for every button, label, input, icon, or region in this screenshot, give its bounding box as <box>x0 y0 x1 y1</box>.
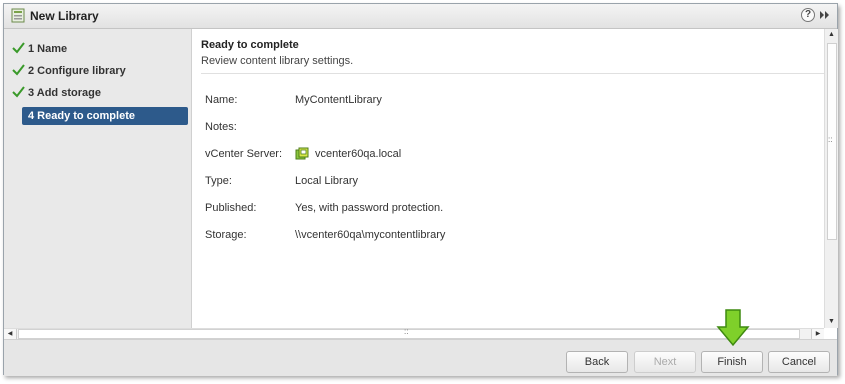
scroll-right-icon[interactable]: ▶ <box>811 329 824 339</box>
check-icon <box>12 64 25 76</box>
step-ready-to-complete[interactable]: 4 Ready to complete <box>22 107 188 125</box>
grip-icon: :: <box>404 327 409 336</box>
title-bar: New Library ? <box>4 4 837 29</box>
field-value: Yes, with password protection. <box>295 202 444 214</box>
field-label: Notes: <box>205 121 237 133</box>
field-value: vcenter60qa.local <box>315 148 402 160</box>
down-arrow-icon <box>716 309 750 347</box>
field-name: Name: MyContentLibrary <box>205 94 805 110</box>
step-label: 1 Name <box>28 43 68 55</box>
wizard-steps: 1 Name 2 Configure library 3 Add storage… <box>4 29 192 328</box>
field-notes: Notes: <box>205 121 805 137</box>
scroll-left-icon[interactable]: ◀ <box>4 329 17 339</box>
expand-icon[interactable] <box>819 9 831 21</box>
finish-button[interactable]: Finish <box>701 351 763 373</box>
field-vcenter-server: vCenter Server: vcenter60qa.local <box>205 147 805 164</box>
content-panel: Ready to complete Review content library… <box>192 29 824 328</box>
dialog-title: New Library <box>30 9 99 23</box>
field-value: \\vcenter60qa\mycontentlibrary <box>295 229 446 241</box>
grip-icon: :: <box>828 135 833 144</box>
check-icon <box>12 86 25 98</box>
library-icon <box>11 8 25 23</box>
help-icon[interactable]: ? <box>801 8 815 22</box>
field-value: Local Library <box>295 175 358 187</box>
field-value: MyContentLibrary <box>295 94 382 106</box>
field-label: Type: <box>205 175 232 187</box>
scroll-track[interactable] <box>18 329 800 339</box>
step-add-storage[interactable]: 3 Add storage <box>10 84 185 102</box>
scroll-up-icon[interactable]: ▲ <box>825 29 838 41</box>
cancel-button[interactable]: Cancel <box>768 351 830 373</box>
page-subtitle: Review content library settings. <box>201 55 354 67</box>
next-button[interactable]: Next <box>634 351 696 373</box>
step-label: 2 Configure library <box>28 65 126 77</box>
field-label: Name: <box>205 94 238 106</box>
field-label: vCenter Server: <box>205 148 283 160</box>
scroll-down-icon[interactable]: ▼ <box>825 316 838 328</box>
step-configure-library[interactable]: 2 Configure library <box>10 62 185 80</box>
divider <box>201 73 824 74</box>
vcenter-icon <box>295 147 309 160</box>
vertical-scrollbar[interactable]: ▲ :: ▼ <box>824 29 838 328</box>
field-type: Type: Local Library <box>205 175 805 191</box>
field-published: Published: Yes, with password protection… <box>205 202 805 218</box>
step-label: 3 Add storage <box>28 87 101 99</box>
field-storage: Storage: \\vcenter60qa\mycontentlibrary <box>205 229 805 245</box>
step-label: 4 Ready to complete <box>28 110 135 122</box>
page-title: Ready to complete <box>201 39 299 51</box>
field-label: Storage: <box>205 229 247 241</box>
field-label: Published: <box>205 202 257 214</box>
check-icon <box>12 42 25 54</box>
back-button[interactable]: Back <box>566 351 628 373</box>
dialog-footer: Back Next Finish Cancel <box>4 339 837 376</box>
new-library-dialog: New Library ? 1 Name 2 Configure library… <box>3 3 838 376</box>
step-name[interactable]: 1 Name <box>10 40 185 58</box>
